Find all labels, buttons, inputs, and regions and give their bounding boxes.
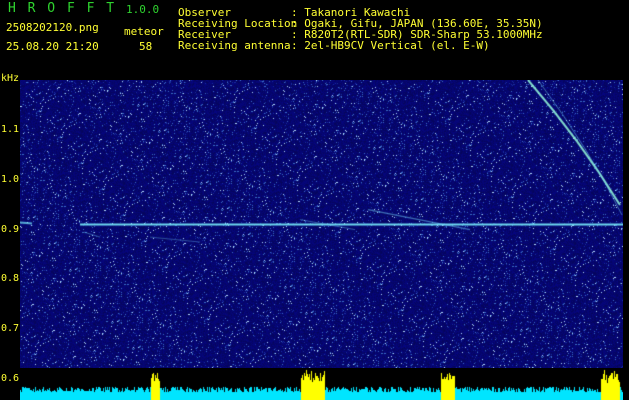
app-title: H R O F F T xyxy=(8,1,117,16)
file-name: 2508202120.png xyxy=(6,21,99,34)
freq-tick-label: 0.8 xyxy=(1,273,20,285)
meteor-label: meteor xyxy=(124,25,164,38)
freq-tick-label: 0.9 xyxy=(1,223,20,235)
spectrogram-canvas xyxy=(20,80,623,368)
signal-level-bar xyxy=(20,368,623,400)
freq-tick-label: 1.0 xyxy=(1,173,20,185)
app-version: 1.0.0 xyxy=(126,3,160,16)
header: H R O F F T 1.0.0 2508202120.png meteor … xyxy=(0,0,629,72)
spectrogram-window: H R O F F T 1.0.0 2508202120.png meteor … xyxy=(0,0,629,400)
freq-tick-label: 1.1 xyxy=(1,124,20,135)
info-label-antenna: Receiving antenna xyxy=(178,39,291,52)
date-time: 25.08.20 21:20 xyxy=(6,40,99,53)
freq-tick-label: 0.7 xyxy=(1,323,20,335)
meteor-count: 58 xyxy=(139,40,153,53)
info-value-antenna: : 2el-HB9CV Vertical (el. E-W) xyxy=(291,39,490,52)
freq-axis-unit: kHz xyxy=(1,73,20,84)
freq-tick-label: 0.6 xyxy=(1,373,20,384)
